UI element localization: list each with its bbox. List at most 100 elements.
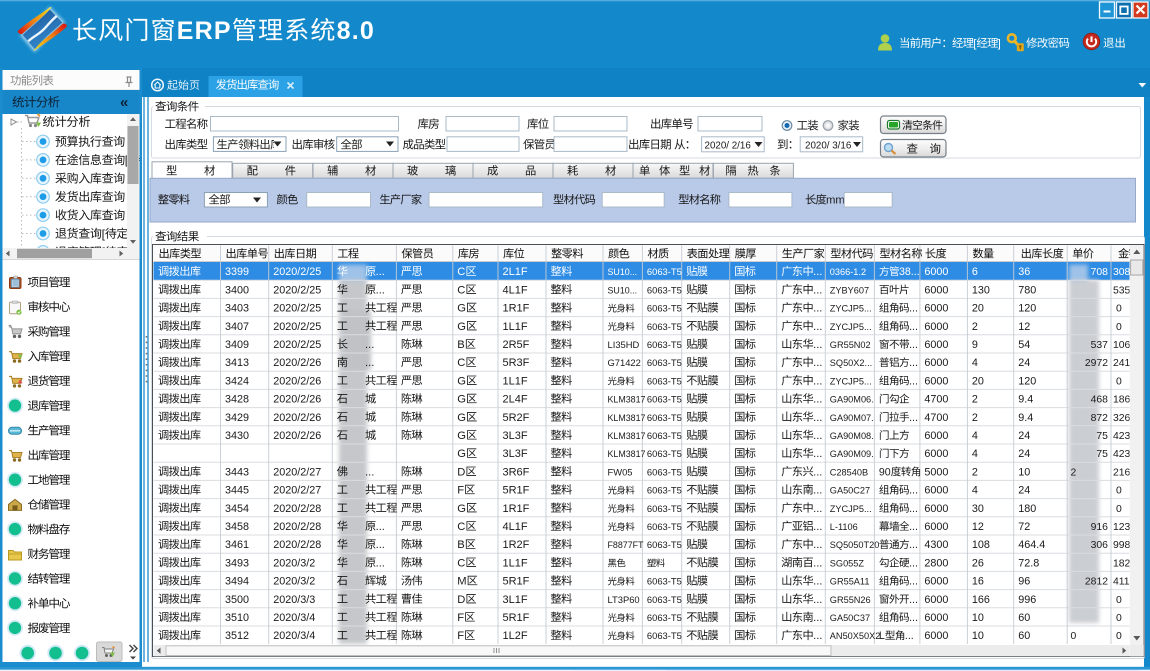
svg-text:2020/3/2: 2020/3/2 (273, 576, 315, 588)
svg-text:6063-T5: 6063-T5 (647, 485, 682, 496)
svg-text:90: 90 (879, 466, 891, 478)
svg-text:GR55A11: GR55A11 (830, 577, 870, 587)
svg-text:...: ... (376, 521, 385, 533)
svg-text:...: ... (813, 412, 822, 424)
svg-text:2812: 2812 (1085, 577, 1108, 588)
svg-text:1L2F: 1L2F (503, 630, 528, 642)
svg-text:20: 20 (972, 303, 984, 315)
svg-text:2020/2/28: 2020/2/28 (273, 521, 321, 533)
svg-text:3458: 3458 (225, 521, 249, 533)
svg-text:...: ... (813, 357, 822, 369)
svg-text:3L1F: 3L1F (503, 594, 528, 606)
svg-text:KLM3817: KLM3817 (608, 395, 646, 405)
svg-text:2020/3/3: 2020/3/3 (273, 594, 315, 606)
svg-text:6000: 6000 (924, 357, 948, 369)
svg-text:24: 24 (1018, 430, 1030, 442)
svg-text:3500: 3500 (225, 594, 249, 606)
svg-text:ZYBY607: ZYBY607 (830, 285, 869, 295)
svg-text:...: ... (813, 630, 822, 642)
svg-text:...: ... (813, 321, 822, 333)
svg-text:2020/2/25: 2020/2/25 (273, 321, 321, 333)
svg-text:]: ] (998, 38, 1001, 50)
svg-text:3407: 3407 (225, 321, 249, 333)
svg-text:M: M (457, 576, 466, 588)
svg-text:B: B (457, 339, 464, 351)
svg-text:468: 468 (1091, 395, 1109, 406)
svg-text:D: D (457, 466, 465, 478)
svg-text:2020/3/4: 2020/3/4 (273, 630, 315, 642)
svg-text:0: 0 (1116, 486, 1122, 497)
svg-text:2L4F: 2L4F (503, 394, 528, 406)
svg-text:6063-T5: 6063-T5 (647, 612, 682, 623)
svg-text:2: 2 (972, 394, 978, 406)
svg-text:708: 708 (1091, 267, 1109, 278)
svg-text:3L3F: 3L3F (503, 430, 528, 442)
svg-text:2R5F: 2R5F (503, 339, 530, 351)
svg-text:6000: 6000 (924, 339, 948, 351)
svg-text:6063-T5: 6063-T5 (647, 630, 682, 641)
svg-text:AN50X50X2: AN50X50X2 (830, 631, 881, 641)
svg-text:SU10...: SU10... (608, 267, 638, 277)
svg-text:2: 2 (972, 321, 978, 333)
svg-text:ZYCJP5...: ZYCJP5... (830, 376, 872, 386)
svg-text:0: 0 (1116, 376, 1122, 387)
svg-text:GA90M08.: GA90M08. (830, 431, 874, 441)
svg-text:SU10...: SU10... (608, 285, 638, 295)
svg-text:...: ... (813, 339, 822, 351)
svg-text:2020/2/26: 2020/2/26 (273, 375, 321, 387)
svg-text:L-1106: L-1106 (830, 522, 858, 532)
svg-text:...: ... (813, 430, 822, 442)
svg-text:3510: 3510 (225, 612, 249, 624)
svg-text:2020/3/2: 2020/3/2 (273, 557, 315, 569)
svg-text:535: 535 (1113, 285, 1131, 296)
svg-text:...: ... (909, 503, 918, 515)
svg-text:60: 60 (1018, 612, 1030, 624)
svg-text:...: ... (909, 557, 918, 569)
svg-text:780: 780 (1018, 284, 1036, 296)
svg-text:120: 120 (1018, 375, 1036, 387)
svg-text:3403: 3403 (225, 303, 249, 315)
svg-text:12: 12 (972, 521, 984, 533)
svg-text:16: 16 (972, 576, 984, 588)
svg-text:...: ... (909, 485, 918, 497)
svg-text:130: 130 (972, 284, 990, 296)
svg-text:...: ... (909, 539, 918, 551)
svg-text:4: 4 (972, 448, 978, 460)
svg-text:GA50C27: GA50C27 (830, 486, 870, 496)
svg-text:3445: 3445 (225, 485, 249, 497)
svg-text:...: ... (365, 339, 374, 351)
svg-text:...: ... (813, 612, 822, 624)
svg-text:6000: 6000 (924, 594, 948, 606)
svg-text:30: 30 (972, 503, 984, 515)
svg-text:...: ... (905, 630, 914, 642)
svg-text:KLM3817: KLM3817 (608, 449, 646, 459)
svg-text:2020/2/25: 2020/2/25 (273, 303, 321, 315)
svg-text:54: 54 (1018, 339, 1030, 351)
svg-text:6000: 6000 (924, 321, 948, 333)
svg-text:ZYCJP5...: ZYCJP5... (830, 304, 872, 314)
svg-text:75: 75 (1096, 449, 1108, 460)
svg-text:3430: 3430 (225, 430, 249, 442)
svg-text:5R3F: 5R3F (503, 357, 530, 369)
svg-text:186: 186 (1113, 395, 1131, 406)
svg-text:2020/2/27: 2020/2/27 (273, 485, 321, 497)
svg-text:SQ5050T20: SQ5050T20 (830, 540, 880, 550)
svg-text:...: ... (909, 594, 918, 606)
svg-text:...: ... (813, 539, 822, 551)
svg-text:20: 20 (972, 375, 984, 387)
svg-text:...: ... (813, 303, 822, 315)
svg-text:6000: 6000 (924, 430, 948, 442)
svg-text:GR55N02: GR55N02 (830, 340, 871, 350)
svg-text:2020/2/26: 2020/2/26 (273, 394, 321, 406)
svg-text:166: 166 (972, 594, 990, 606)
svg-text:0: 0 (1116, 631, 1122, 642)
svg-text:24: 24 (1018, 357, 1030, 369)
svg-text:4: 4 (972, 357, 978, 369)
svg-text:...: ... (909, 612, 918, 624)
svg-text:2020/ 2/16: 2020/ 2/16 (705, 141, 752, 152)
svg-text:G71422: G71422 (608, 357, 641, 368)
svg-text:G: G (457, 412, 466, 424)
svg-text:...: ... (813, 503, 822, 515)
svg-text:6063-T5: 6063-T5 (647, 539, 682, 550)
svg-text:2800: 2800 (924, 557, 948, 569)
